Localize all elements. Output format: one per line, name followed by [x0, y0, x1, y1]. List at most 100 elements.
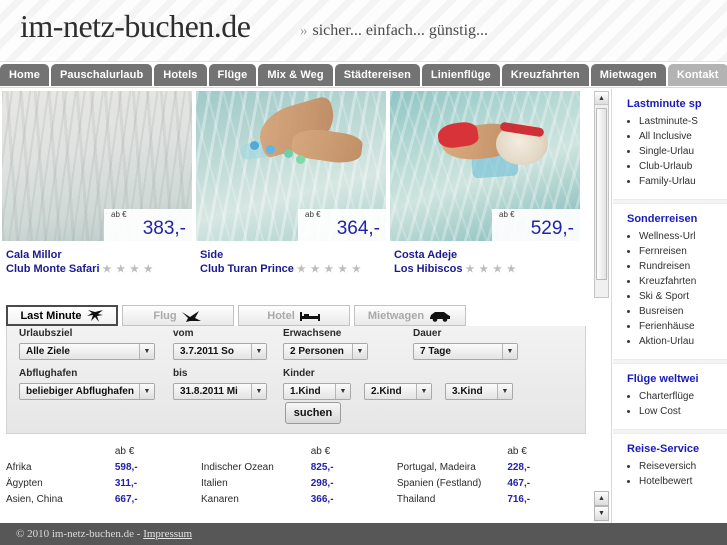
select-dauer[interactable]: 7 Tage ▼: [413, 343, 518, 360]
destination-name[interactable]: Asien, China: [6, 492, 115, 508]
tab-hotel[interactable]: Hotel: [238, 305, 350, 326]
nav-item-hotels[interactable]: Hotels: [154, 64, 207, 86]
sidebar-block: Reise-Service Reiseversich Hotelbewert: [613, 434, 727, 499]
offer-tile[interactable]: ab € 529,- Costa Adeje Los Hibiscos ★ ★ ★…: [390, 91, 580, 299]
right-sidebar: Lastminute sp Lastminute-S All Inclusive Si…: [613, 89, 727, 523]
nav-item-kontakt[interactable]: Kontakt: [667, 64, 727, 86]
sidebar-item[interactable]: Charterflüge: [613, 389, 727, 404]
search-submit-button[interactable]: suchen: [285, 402, 341, 424]
sidebar-item[interactable]: Wellness-Url: [613, 229, 727, 244]
nav-item-mietwagen[interactable]: Mietwagen: [590, 64, 666, 86]
sidebar-block: Sonderreisen Wellness-Url Fernreisen Rundre…: [613, 204, 727, 359]
select-bis[interactable]: 31.8.2011 Mi ▼: [173, 383, 267, 400]
chevron-down-icon[interactable]: ▼: [251, 384, 266, 399]
sidebar-item[interactable]: Fernreisen: [613, 244, 727, 259]
tab-flug[interactable]: Flug: [122, 305, 234, 326]
chevron-down-icon[interactable]: ▼: [335, 384, 350, 399]
destination-name[interactable]: Thailand: [397, 492, 507, 508]
offer-city[interactable]: Side: [200, 248, 384, 262]
tab-mietwagen[interactable]: Mietwagen: [354, 305, 466, 326]
select-kind-1[interactable]: 1.Kind ▼: [283, 383, 351, 400]
offer-image[interactable]: ab € 383,-: [2, 91, 192, 241]
select-kind-3[interactable]: 3.Kind ▼: [445, 383, 513, 400]
offer-hotel[interactable]: Club Turan Prince ★ ★ ★ ★ ★: [200, 262, 384, 277]
destination-name[interactable]: Spanien (Festland): [397, 476, 507, 492]
scrollbar-thumb[interactable]: [596, 108, 607, 280]
select-urlaubsziel[interactable]: Alle Ziele ▼: [19, 343, 155, 360]
chevron-right-icon: »: [300, 23, 308, 39]
select-value: 1.Kind: [290, 386, 321, 397]
sidebar-heading: Flüge weltwei: [627, 373, 699, 385]
sidebar-item[interactable]: Aktion-Urlau: [613, 334, 727, 349]
destination-name[interactable]: Indischer Ozean: [201, 460, 311, 476]
scroll-up-icon[interactable]: ▲: [595, 92, 608, 105]
sidebar-item[interactable]: Busreisen: [613, 304, 727, 319]
impressum-link[interactable]: Impressum: [143, 528, 192, 540]
offer-tile[interactable]: ab € 383,- Cala Millor Club Monte Safari…: [2, 91, 192, 299]
sidebar-item[interactable]: Single-Urlau: [613, 144, 727, 159]
sidebar-item[interactable]: Rundreisen: [613, 259, 727, 274]
chevron-down-icon[interactable]: ▼: [416, 384, 431, 399]
nav-item-kreuzfahrten[interactable]: Kreuzfahrten: [501, 64, 589, 86]
offer-city[interactable]: Costa Adeje: [394, 248, 578, 262]
offer-tiles: ab € 383,- Cala Millor Club Monte Safari…: [0, 89, 592, 299]
sidebar-item[interactable]: Lastminute-S: [613, 114, 727, 129]
th-price-1: ab €: [114, 446, 135, 457]
offer-hotel[interactable]: Los Hibiscos ★ ★ ★ ★: [394, 262, 578, 277]
nav-item-mix-weg[interactable]: Mix & Weg: [258, 64, 333, 86]
destination-name[interactable]: Ägypten: [6, 476, 115, 492]
label-erwachsene: Erwachsene: [283, 328, 342, 339]
select-abflughafen[interactable]: beliebiger Abflughafen ▼: [19, 383, 155, 400]
destination-name[interactable]: Afrika: [6, 460, 115, 476]
nav-item-fl-ge[interactable]: Flüge: [208, 64, 257, 86]
destination-name[interactable]: Portugal, Madeira: [397, 460, 507, 476]
nav-item-linienfl-ge[interactable]: Linienflüge: [421, 64, 500, 86]
offer-tile[interactable]: ab € 364,- Side Club Turan Prince ★ ★ ★ ★…: [196, 91, 386, 299]
sidebar-item[interactable]: Ferienhäuse: [613, 319, 727, 334]
destination-name[interactable]: Italien: [201, 476, 311, 492]
offer-caption: Side Club Turan Prince ★ ★ ★ ★ ★: [196, 241, 386, 277]
nav-item-st-dtereisen[interactable]: Städtereisen: [334, 64, 420, 86]
nav-item-pauschalurlaub[interactable]: Pauschalurlaub: [50, 64, 153, 86]
site-logo[interactable]: im-netz-buchen.de: [20, 8, 251, 45]
tab-last-minute[interactable]: Last Minute: [6, 305, 118, 326]
price-amount: 383,-: [142, 218, 186, 239]
offer-image[interactable]: ab € 364,-: [196, 91, 386, 241]
chevron-down-icon[interactable]: ▼: [139, 384, 154, 399]
sidebar-item[interactable]: Reiseversich: [613, 459, 727, 474]
search-tabs: Last Minute Flug Hotel Mietwagen: [6, 305, 586, 326]
sidebar-list: Charterflüge Low Cost: [613, 389, 727, 425]
sidebar-item[interactable]: All Inclusive: [613, 129, 727, 144]
sidebar-item[interactable]: Kreuzfahrten: [613, 274, 727, 289]
select-kind-2[interactable]: 2.Kind ▼: [364, 383, 432, 400]
chevron-down-icon[interactable]: ▼: [139, 344, 154, 359]
destination-name[interactable]: Kanaren: [201, 492, 311, 508]
nav-item-home[interactable]: Home: [0, 64, 49, 86]
content-scrollbar[interactable]: ▲ ▼: [594, 491, 609, 522]
chevron-down-icon[interactable]: ▼: [497, 384, 512, 399]
destination-price: 598,-: [114, 462, 138, 473]
scroll-up-icon[interactable]: ▲: [594, 491, 609, 506]
chevron-down-icon[interactable]: ▼: [251, 344, 266, 359]
select-erwachsene[interactable]: 2 Personen ▼: [283, 343, 368, 360]
hero-scrollbar[interactable]: ▲: [594, 91, 609, 298]
sidebar-item[interactable]: Low Cost: [613, 404, 727, 419]
scroll-down-icon[interactable]: ▼: [594, 506, 609, 521]
offer-image[interactable]: ab € 529,-: [390, 91, 580, 241]
chevron-down-icon[interactable]: ▼: [502, 344, 517, 359]
destination-price: 667,-: [114, 494, 138, 505]
sidebar-item[interactable]: Hotelbewert: [613, 474, 727, 489]
chevron-down-icon[interactable]: ▼: [352, 344, 367, 359]
select-vom[interactable]: 3.7.2011 So ▼: [173, 343, 267, 360]
search-widget: Last Minute Flug Hotel Mietwagen Urlaubs…: [6, 305, 586, 434]
offer-city[interactable]: Cala Millor: [6, 248, 190, 262]
label-kinder: Kinder: [283, 368, 315, 379]
sidebar-item[interactable]: Family-Urlau: [613, 174, 727, 189]
destination-price: 311,-: [114, 478, 138, 489]
sidebar-item[interactable]: Club-Urlaub: [613, 159, 727, 174]
sidebar-item[interactable]: Ski & Sport: [613, 289, 727, 304]
th-price-3: ab €: [507, 446, 527, 457]
offer-hotel[interactable]: Club Monte Safari ★ ★ ★ ★: [6, 262, 190, 277]
star-rating-icon: ★ ★ ★ ★ ★: [296, 264, 362, 275]
main-navigation: Home Pauschalurlaub Hotels Flüge Mix & Weg St…: [0, 64, 727, 88]
